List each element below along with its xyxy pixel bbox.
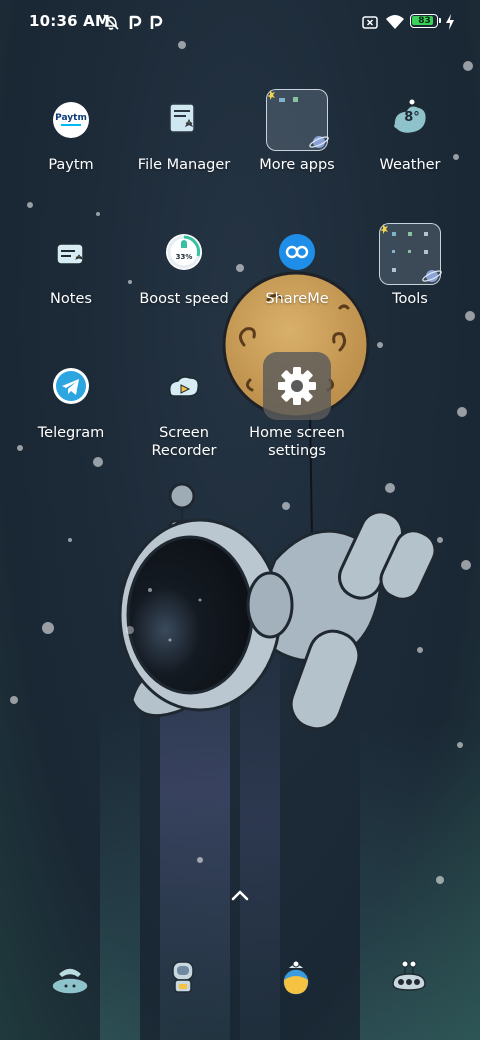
app-label: More apps — [259, 157, 335, 173]
app-label: Boost speed — [139, 291, 229, 307]
app-notes[interactable]: Notes — [15, 222, 127, 308]
app-weather[interactable]: 8° Weather — [354, 88, 466, 174]
app-shareme[interactable]: ShareMe — [241, 222, 353, 308]
folder-icon — [265, 88, 329, 152]
gear-icon — [278, 367, 316, 405]
status-time: 10:36 AM — [29, 12, 111, 30]
notes-icon — [39, 222, 103, 286]
browser-icon — [282, 960, 310, 996]
paytm-p-icon — [150, 15, 163, 29]
paytm-icon: Paytm — [39, 88, 103, 152]
app-screen-recorder[interactable]: Screen Recorder — [128, 356, 240, 460]
wifi-icon — [386, 15, 404, 29]
weather-temp: 8° — [404, 110, 420, 125]
app-label: File Manager — [137, 157, 231, 173]
boost-speed-icon: 33% — [152, 222, 216, 286]
dock-messaging[interactable] — [153, 952, 213, 1002]
app-label: ShareMe — [265, 291, 329, 307]
folder-more-apps[interactable]: More apps — [241, 88, 353, 174]
app-label: Paytm — [48, 157, 94, 173]
battery-icon: 83 — [410, 14, 441, 28]
file-manager-icon — [152, 88, 216, 152]
app-telegram[interactable]: Telegram — [15, 356, 127, 442]
battery-level: 83 — [418, 16, 431, 26]
no-sim-icon — [362, 16, 378, 29]
paytm-p-icon — [129, 15, 142, 29]
app-paytm[interactable]: Paytm Paytm — [15, 88, 127, 174]
svg-text:Paytm: Paytm — [55, 113, 87, 123]
app-label: Tools — [392, 291, 428, 307]
phone-icon — [51, 967, 89, 995]
boost-speed-percent: 33% — [175, 253, 193, 261]
app-label: Home screen settings — [249, 425, 345, 459]
app-file-manager[interactable]: File Manager — [128, 88, 240, 174]
app-label: Telegram — [37, 425, 105, 441]
app-label: Screen Recorder — [151, 425, 217, 459]
app-boost-speed[interactable]: 33% Boost speed — [128, 222, 240, 308]
weather-icon: 8° — [378, 88, 442, 152]
status-bar: 10:36 AM 83 — [0, 0, 480, 44]
folder-icon — [378, 222, 442, 286]
app-label: Weather — [379, 157, 441, 173]
alarm-off-icon — [103, 14, 119, 30]
charging-icon — [446, 14, 454, 30]
messaging-icon — [172, 961, 194, 993]
home-screen-settings-icon[interactable] — [263, 352, 331, 420]
chevron-up-icon[interactable] — [225, 884, 255, 906]
shareme-icon — [265, 222, 329, 286]
app-label: Notes — [50, 291, 92, 307]
telegram-icon — [39, 356, 103, 420]
dock-phone[interactable] — [40, 952, 100, 1002]
dock-browser[interactable] — [266, 952, 326, 1002]
dock-camera[interactable] — [379, 952, 439, 1002]
folder-tools[interactable]: Tools — [354, 222, 466, 308]
screen-recorder-icon — [152, 356, 216, 420]
camera-icon — [392, 960, 426, 991]
